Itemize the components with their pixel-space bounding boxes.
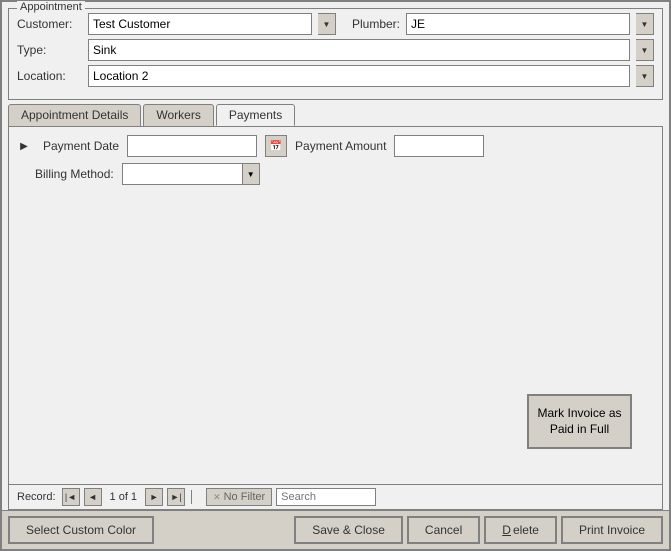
bottom-toolbar: Select Custom Color Save & Close Cancel … — [2, 510, 669, 549]
type-label: Type: — [17, 43, 82, 57]
group-label: Appointment — [17, 1, 85, 13]
billing-dropdown-btn[interactable]: ▼ — [242, 163, 260, 185]
payments-content: ▶ Payment Date 📅 Payment Amount Billing … — [9, 127, 662, 484]
type-row: Type: ▼ — [17, 39, 654, 61]
billing-method-input[interactable] — [122, 163, 242, 185]
payment-date-input[interactable] — [127, 135, 257, 157]
record-label: Record: — [17, 491, 56, 503]
nav-divider — [191, 490, 192, 504]
appointment-group: Appointment Customer: ▼ Plumber: ▼ Type:… — [8, 8, 663, 100]
tab-workers[interactable]: Workers — [143, 104, 213, 126]
record-navigator: Record: |◄ ◄ 1 of 1 ► ►| ✕ No Filter — [9, 484, 662, 509]
tab-payments[interactable]: Payments — [216, 104, 295, 126]
main-window: Appointment Customer: ▼ Plumber: ▼ Type:… — [0, 0, 671, 551]
mark-invoice-button[interactable]: Mark Invoice as Paid in Full — [527, 394, 632, 449]
payment-date-label: Payment Date — [43, 139, 119, 153]
tabs-container: Appointment Details Workers Payments — [8, 104, 663, 126]
location-label: Location: — [17, 69, 82, 83]
location-dropdown-btn[interactable]: ▼ — [636, 65, 654, 87]
search-input[interactable] — [276, 488, 376, 506]
customer-dropdown-btn[interactable]: ▼ — [318, 13, 336, 35]
nav-next-btn[interactable]: ► — [145, 488, 163, 506]
nav-last-btn[interactable]: ►| — [167, 488, 185, 506]
calendar-icon-btn[interactable]: 📅 — [265, 135, 287, 157]
payment-date-row: ▶ Payment Date 📅 Payment Amount — [17, 135, 654, 157]
plumber-input[interactable] — [406, 13, 630, 35]
payment-amount-input[interactable] — [394, 135, 484, 157]
nav-first-btn[interactable]: |◄ — [62, 488, 80, 506]
plumber-label: Plumber: — [352, 17, 400, 31]
location-input[interactable] — [88, 65, 630, 87]
delete-button[interactable]: Delete — [484, 516, 557, 544]
billing-method-label: Billing Method: — [35, 167, 114, 181]
tab-content: ▶ Payment Date 📅 Payment Amount Billing … — [8, 126, 663, 510]
record-pointer-icon: ▶ — [17, 139, 31, 153]
nav-info: 1 of 1 — [110, 491, 138, 503]
billing-select-wrapper: ▼ — [122, 163, 260, 185]
customer-label: Customer: — [17, 17, 82, 31]
location-row: Location: ▼ — [17, 65, 654, 87]
plumber-dropdown-btn[interactable]: ▼ — [636, 13, 654, 35]
save-close-label: Save & Close — [312, 523, 385, 537]
no-filter-icon: ✕ — [213, 492, 221, 503]
save-close-button[interactable]: Save & Close — [294, 516, 403, 544]
payment-amount-label: Payment Amount — [295, 139, 386, 153]
customer-plumber-row: Customer: ▼ Plumber: ▼ — [17, 13, 654, 35]
customer-input[interactable] — [88, 13, 312, 35]
print-invoice-button[interactable]: Print Invoice — [561, 516, 663, 544]
type-dropdown-btn[interactable]: ▼ — [636, 39, 654, 61]
tab-appointment-details[interactable]: Appointment Details — [8, 104, 141, 126]
no-filter-btn[interactable]: ✕ No Filter — [206, 488, 272, 506]
billing-method-row: Billing Method: ▼ — [35, 163, 654, 185]
type-input[interactable] — [88, 39, 630, 61]
nav-prev-btn[interactable]: ◄ — [84, 488, 102, 506]
no-filter-label: No Filter — [224, 491, 266, 503]
select-custom-color-button[interactable]: Select Custom Color — [8, 516, 154, 544]
filter-section: ✕ No Filter — [206, 488, 376, 506]
cancel-button[interactable]: Cancel — [407, 516, 480, 544]
